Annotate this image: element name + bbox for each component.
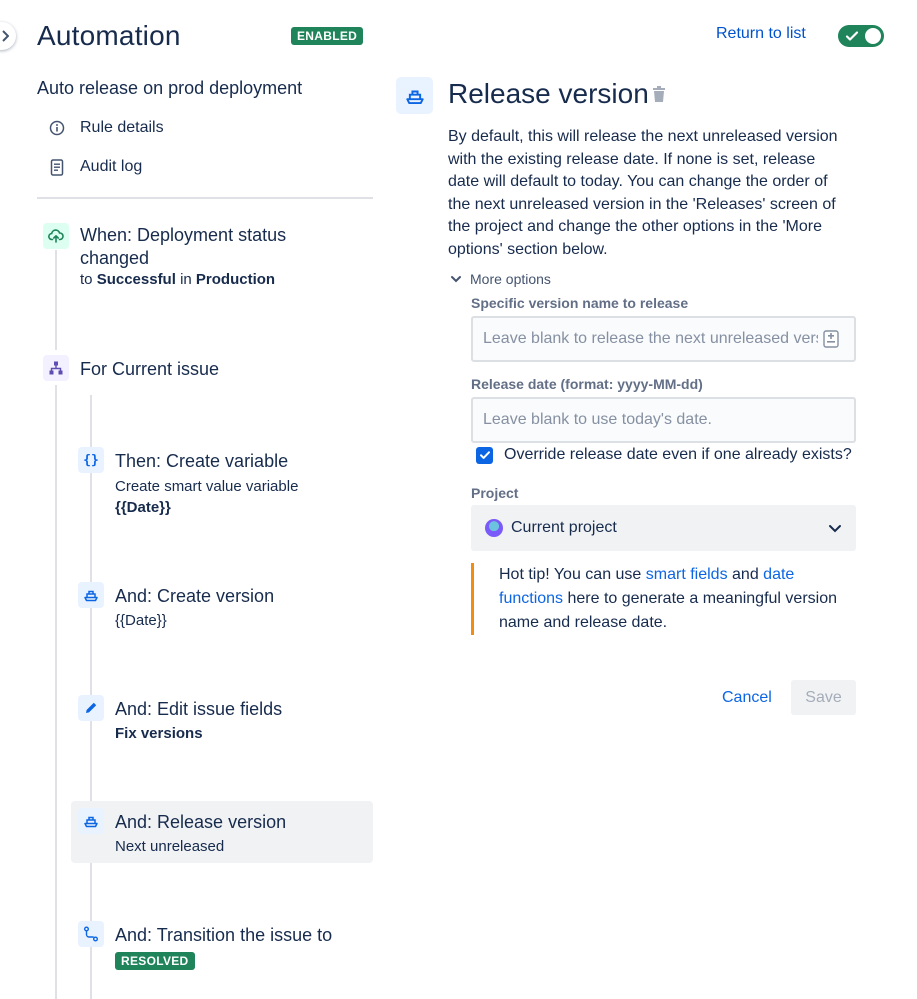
- info-icon: [48, 119, 66, 137]
- override-date-label: Override release date even if one alread…: [504, 446, 852, 463]
- release-date-label: Release date (format: yyyy-MM-dd): [471, 376, 703, 392]
- smart-value-icon[interactable]: [823, 330, 839, 348]
- more-options-label: More options: [470, 271, 551, 287]
- project-label: Project: [471, 485, 519, 501]
- panel-title: Release version: [448, 78, 649, 109]
- check-icon: [479, 451, 490, 459]
- rule-name: Auto release on prod deployment: [37, 78, 303, 98]
- chevron-down-icon: [829, 524, 841, 532]
- tip-text: Hot tip! You can use: [499, 566, 646, 583]
- ship-icon: [396, 77, 433, 114]
- rule-details-label: Rule details: [80, 119, 164, 136]
- cancel-button[interactable]: Cancel: [710, 680, 784, 715]
- override-date-checkbox[interactable]: [476, 446, 493, 464]
- pencil-icon: [78, 695, 104, 721]
- sidebar-divider: [37, 197, 373, 199]
- ship-icon: [78, 808, 104, 834]
- tree-connector-line: [55, 250, 57, 350]
- step-edit-fields-line1: Fix versions: [115, 725, 203, 742]
- version-name-label: Specific version name to release: [471, 295, 689, 311]
- transition-icon: [78, 921, 104, 947]
- page-title: Automation: [37, 20, 181, 51]
- hierarchy-icon: [43, 355, 69, 381]
- step-release-version-title[interactable]: And: Release version: [115, 811, 286, 834]
- project-avatar-icon: [485, 519, 503, 537]
- override-date-row[interactable]: Override release date even if one alread…: [476, 446, 852, 464]
- tree-connector-line: [55, 385, 57, 999]
- step-create-version-title[interactable]: And: Create version: [115, 585, 274, 608]
- resolved-status-badge: RESOLVED: [115, 952, 195, 970]
- more-options-toggle[interactable]: More options: [450, 271, 551, 287]
- collapse-sidebar-button[interactable]: [0, 22, 16, 50]
- branch-title[interactable]: For Current issue: [80, 358, 219, 381]
- document-icon: [48, 158, 66, 176]
- audit-log-link[interactable]: Audit log: [48, 158, 142, 176]
- cloud-upload-icon: [43, 223, 69, 249]
- step-create-variable-line2: {{Date}}: [115, 499, 171, 516]
- smart-fields-link[interactable]: smart fields: [646, 566, 728, 583]
- release-date-input[interactable]: [471, 397, 856, 443]
- project-select-value: Current project: [511, 519, 617, 536]
- step-release-version-line1: Next unreleased: [115, 838, 225, 855]
- step-create-version-line1: {{Date}}: [115, 612, 167, 629]
- rule-enabled-toggle[interactable]: [838, 25, 884, 47]
- hot-tip-panel: Hot tip! You can use smart fields and da…: [471, 563, 856, 635]
- trash-icon[interactable]: [652, 86, 666, 103]
- chevron-right-icon: [2, 30, 9, 42]
- chevron-down-icon: [451, 276, 461, 283]
- braces-icon: {}: [78, 447, 104, 473]
- save-button[interactable]: Save: [791, 680, 856, 715]
- step-create-variable-title[interactable]: Then: Create variable: [115, 450, 288, 473]
- tip-text: and: [727, 566, 764, 583]
- project-select[interactable]: Current project: [471, 505, 856, 551]
- check-icon: [845, 31, 859, 41]
- ship-icon: [78, 582, 104, 608]
- trigger-title[interactable]: When: Deployment status changed: [80, 224, 310, 270]
- audit-log-label: Audit log: [80, 158, 143, 175]
- rule-details-link[interactable]: Rule details: [48, 119, 164, 137]
- return-to-list-link[interactable]: Return to list: [716, 25, 806, 43]
- step-transition-title[interactable]: And: Transition the issue to: [115, 924, 332, 947]
- panel-description: By default, this will release the next u…: [448, 128, 838, 258]
- version-name-input[interactable]: [471, 316, 856, 362]
- trigger-details: to Successful in Production: [80, 271, 276, 288]
- status-badge: ENABLED: [291, 27, 364, 45]
- step-edit-fields-title[interactable]: And: Edit issue fields: [115, 698, 282, 721]
- step-create-variable-line1: Create smart value variable: [115, 478, 299, 495]
- toggle-knob: [865, 28, 881, 44]
